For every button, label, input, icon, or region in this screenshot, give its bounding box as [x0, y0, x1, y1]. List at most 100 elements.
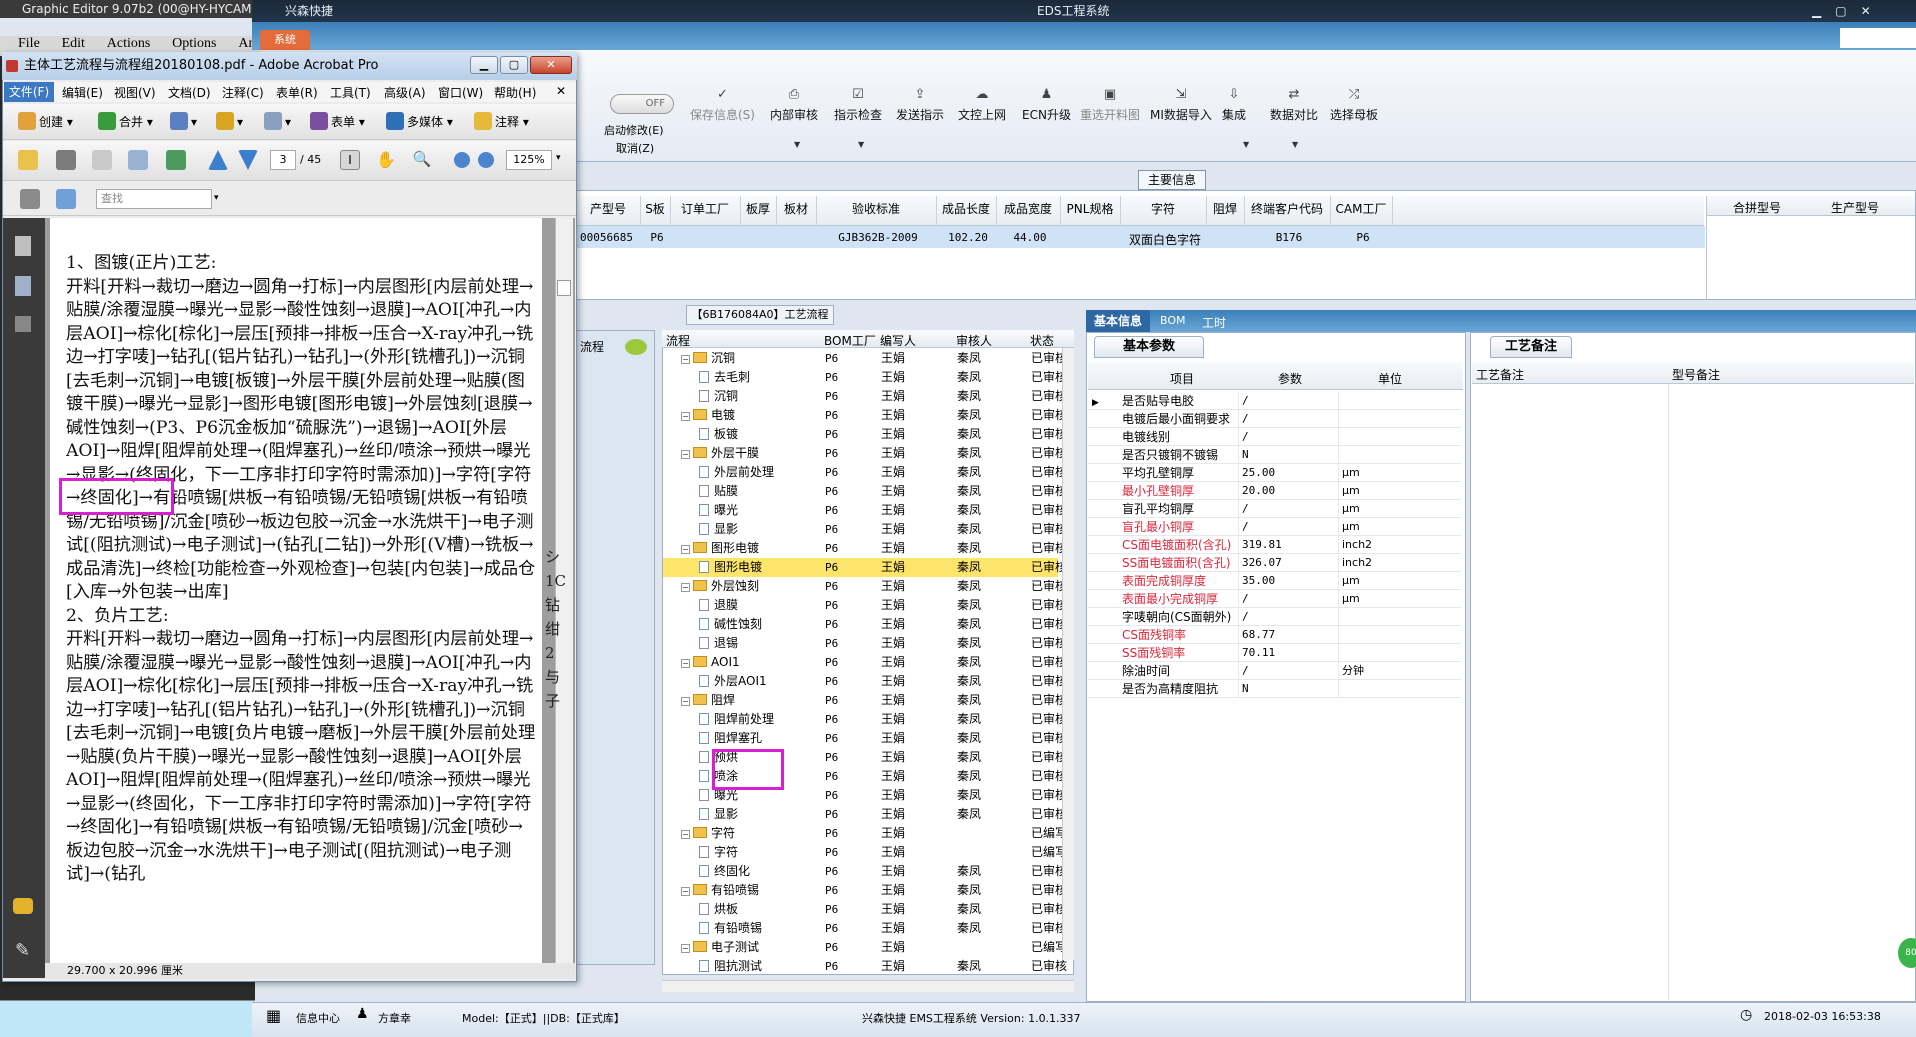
- flow-row[interactable]: 图形电镀 P6 王娟 秦凤 已审核: [663, 558, 1067, 577]
- fit-page-icon[interactable]: [56, 189, 76, 209]
- info-center[interactable]: 信息中心: [296, 1010, 340, 1026]
- menu-tools[interactable]: 工具(T): [330, 84, 371, 101]
- param-row[interactable]: 字唛朝向(CS面朝外) /: [1088, 608, 1461, 626]
- param-row[interactable]: 平均孔壁铜厚 25.00 μm: [1088, 464, 1461, 482]
- collapse-icon[interactable]: −: [681, 583, 690, 592]
- collapse-icon[interactable]: −: [681, 887, 690, 896]
- flow-row[interactable]: − 阻焊 P6 王娟 秦凤 已审核: [663, 691, 1067, 710]
- comment-button[interactable]: 注释 ▾: [474, 112, 529, 130]
- menu-help[interactable]: 帮助(H): [494, 84, 536, 101]
- create-button[interactable]: 创建 ▾: [18, 112, 73, 130]
- toolbar-button-9[interactable]: ⇄ 数据对比: [1270, 88, 1318, 123]
- forms-button[interactable]: 表单 ▾: [310, 112, 365, 130]
- param-value[interactable]: /: [1242, 500, 1249, 518]
- flow-row[interactable]: 有铅喷锡 P6 王娟 秦凤 已审核: [663, 919, 1067, 938]
- param-row[interactable]: 电镀线别 /: [1088, 428, 1461, 446]
- main-info-col[interactable]: 字符: [1120, 200, 1206, 217]
- zoom-out-icon[interactable]: [454, 152, 470, 168]
- flow-row[interactable]: 阻焊塞孔 P6 王娟 秦凤 已审核: [663, 729, 1067, 748]
- toolbar-button-0[interactable]: ✓ 保存信息(S): [690, 88, 755, 123]
- flow-row[interactable]: 退膜 P6 王娟 秦凤 已审核: [663, 596, 1067, 615]
- param-row[interactable]: 最小孔壁铜厚 20.00 μm: [1088, 482, 1461, 500]
- flow-col-reviewer[interactable]: 审核人: [956, 332, 992, 349]
- flow-col-process[interactable]: 流程: [666, 332, 690, 349]
- zoom-in-icon[interactable]: [478, 152, 494, 168]
- flow-row[interactable]: − AOI1 P6 王娟 秦凤 已审核: [663, 653, 1067, 672]
- remark-col-model[interactable]: 型号备注: [1672, 366, 1720, 383]
- remark-col-process[interactable]: 工艺备注: [1476, 366, 1524, 383]
- save-small-icon[interactable]: [20, 189, 40, 209]
- toolbar-button-3[interactable]: ⇪ 发送指示: [896, 88, 944, 123]
- col-unit[interactable]: 单位: [1378, 370, 1402, 387]
- edit-toggle-switch[interactable]: OFF: [610, 94, 674, 114]
- main-info-cell[interactable]: P6: [644, 231, 670, 244]
- flow-row[interactable]: − 电子测试 P6 王娟 已编写: [663, 938, 1067, 957]
- ge-menu-edit[interactable]: Edit: [62, 36, 85, 51]
- flow-tab[interactable]: 【6B176084A0】工艺流程: [686, 305, 834, 325]
- toolbar-button-7[interactable]: ⇲ MI数据导入: [1150, 88, 1212, 123]
- flow-row[interactable]: − 外层干膜 P6 王娟 秦凤 已审核: [663, 444, 1067, 463]
- flow-row[interactable]: 碱性蚀刻 P6 王娟 秦凤 已审核: [663, 615, 1067, 634]
- param-value[interactable]: /: [1242, 410, 1249, 428]
- flow-row[interactable]: 沉铜 P6 王娟 秦凤 已审核: [663, 387, 1067, 406]
- param-value[interactable]: /: [1242, 392, 1249, 410]
- open-icon[interactable]: [18, 150, 38, 170]
- maximize-button[interactable]: ▢: [500, 56, 528, 74]
- flow-row[interactable]: 显影 P6 王娟 秦凤 已审核: [663, 520, 1067, 539]
- flow-row[interactable]: 字符 P6 王娟 已编写: [663, 843, 1067, 862]
- export-button[interactable]: ▾: [170, 112, 197, 130]
- flow-row[interactable]: 显影 P6 王娟 秦凤 已审核: [663, 805, 1067, 824]
- signatures-icon[interactable]: [15, 316, 31, 332]
- minimize-button[interactable]: ▁: [470, 56, 498, 74]
- param-value[interactable]: /: [1242, 662, 1249, 680]
- select-text-icon[interactable]: I: [340, 150, 360, 170]
- param-row[interactable]: CS面电镀面积(含孔) 319.81 inch2: [1088, 536, 1461, 554]
- flow-row[interactable]: − 图形电镀 P6 王娟 秦凤 已审核: [663, 539, 1067, 558]
- param-row[interactable]: 盲孔平均铜厚 / μm: [1088, 500, 1461, 518]
- collapse-icon[interactable]: −: [681, 450, 690, 459]
- toolbar-dropdown-icon[interactable]: ▼: [1292, 140, 1298, 149]
- zoom-level-input[interactable]: 125%: [506, 150, 552, 170]
- collapse-icon[interactable]: −: [681, 545, 690, 554]
- col-param[interactable]: 参数: [1278, 370, 1302, 387]
- param-value[interactable]: /: [1242, 518, 1249, 536]
- param-row[interactable]: 是否贴导电胶 /: [1088, 392, 1461, 410]
- attachments-icon[interactable]: ✎: [15, 940, 30, 961]
- param-row[interactable]: 电镀后最小面铜要求 /: [1088, 410, 1461, 428]
- flow-row[interactable]: − 沉铜 P6 王娟 秦凤 已审核: [663, 349, 1067, 368]
- flow-row[interactable]: 终固化 P6 王娟 秦凤 已审核: [663, 862, 1067, 881]
- param-value[interactable]: N: [1242, 680, 1249, 698]
- toolbar-button-2[interactable]: ☑ 指示检查: [834, 88, 882, 123]
- param-value[interactable]: 35.00: [1242, 572, 1275, 590]
- main-info-col[interactable]: 成品长度: [936, 200, 996, 217]
- flow-row[interactable]: 阻抗测试 P6 王娟 秦凤 已审核: [663, 957, 1067, 976]
- flow-tree-vscroll[interactable]: [1062, 348, 1074, 960]
- ge-menu-actions[interactable]: Actions: [107, 36, 151, 51]
- combine-button[interactable]: 合并 ▾: [98, 112, 153, 130]
- flow-row[interactable]: 烘板 P6 王娟 秦凤 已审核: [663, 900, 1067, 919]
- main-info-col[interactable]: 成品宽度: [996, 200, 1060, 217]
- toolbar-button-1[interactable]: ⎙ 内部审核: [770, 88, 818, 123]
- find-input[interactable]: 查找: [96, 189, 212, 209]
- flow-col-status[interactable]: 状态: [1030, 332, 1054, 349]
- collapse-icon[interactable]: −: [681, 412, 690, 421]
- menu-forms[interactable]: 表单(R): [276, 84, 318, 101]
- param-value[interactable]: /: [1242, 590, 1249, 608]
- flow-row[interactable]: 阻焊前处理 P6 王娟 秦凤 已审核: [663, 710, 1067, 729]
- param-value[interactable]: N: [1242, 446, 1249, 464]
- flow-row[interactable]: − 有铅喷锡 P6 王娟 秦凤 已审核: [663, 881, 1067, 900]
- collapse-icon[interactable]: −: [681, 830, 690, 839]
- ems-app-tab[interactable]: 兴森快捷: [285, 0, 333, 22]
- flow-row[interactable]: − 外层蚀刻 P6 王娟 秦凤 已审核: [663, 577, 1067, 596]
- menu-window[interactable]: 窗口(W): [438, 84, 483, 101]
- flow-row[interactable]: − 字符 P6 王娟 已编写: [663, 824, 1067, 843]
- param-row[interactable]: 表面最小完成铜厚 / μm: [1088, 590, 1461, 608]
- param-value[interactable]: /: [1242, 428, 1249, 446]
- collapse-icon[interactable]: −: [681, 659, 690, 668]
- main-info-col[interactable]: 订单工厂: [670, 200, 740, 217]
- main-info-cell[interactable]: B176: [1248, 231, 1330, 244]
- toolbar-button-10[interactable]: ⤮ 选择母板: [1330, 88, 1378, 123]
- param-row[interactable]: 是否只镀铜不镀锡 N: [1088, 446, 1461, 464]
- comment-bubble-icon[interactable]: [625, 339, 647, 355]
- flow-row[interactable]: 曝光 P6 王娟 秦凤 已审核: [663, 501, 1067, 520]
